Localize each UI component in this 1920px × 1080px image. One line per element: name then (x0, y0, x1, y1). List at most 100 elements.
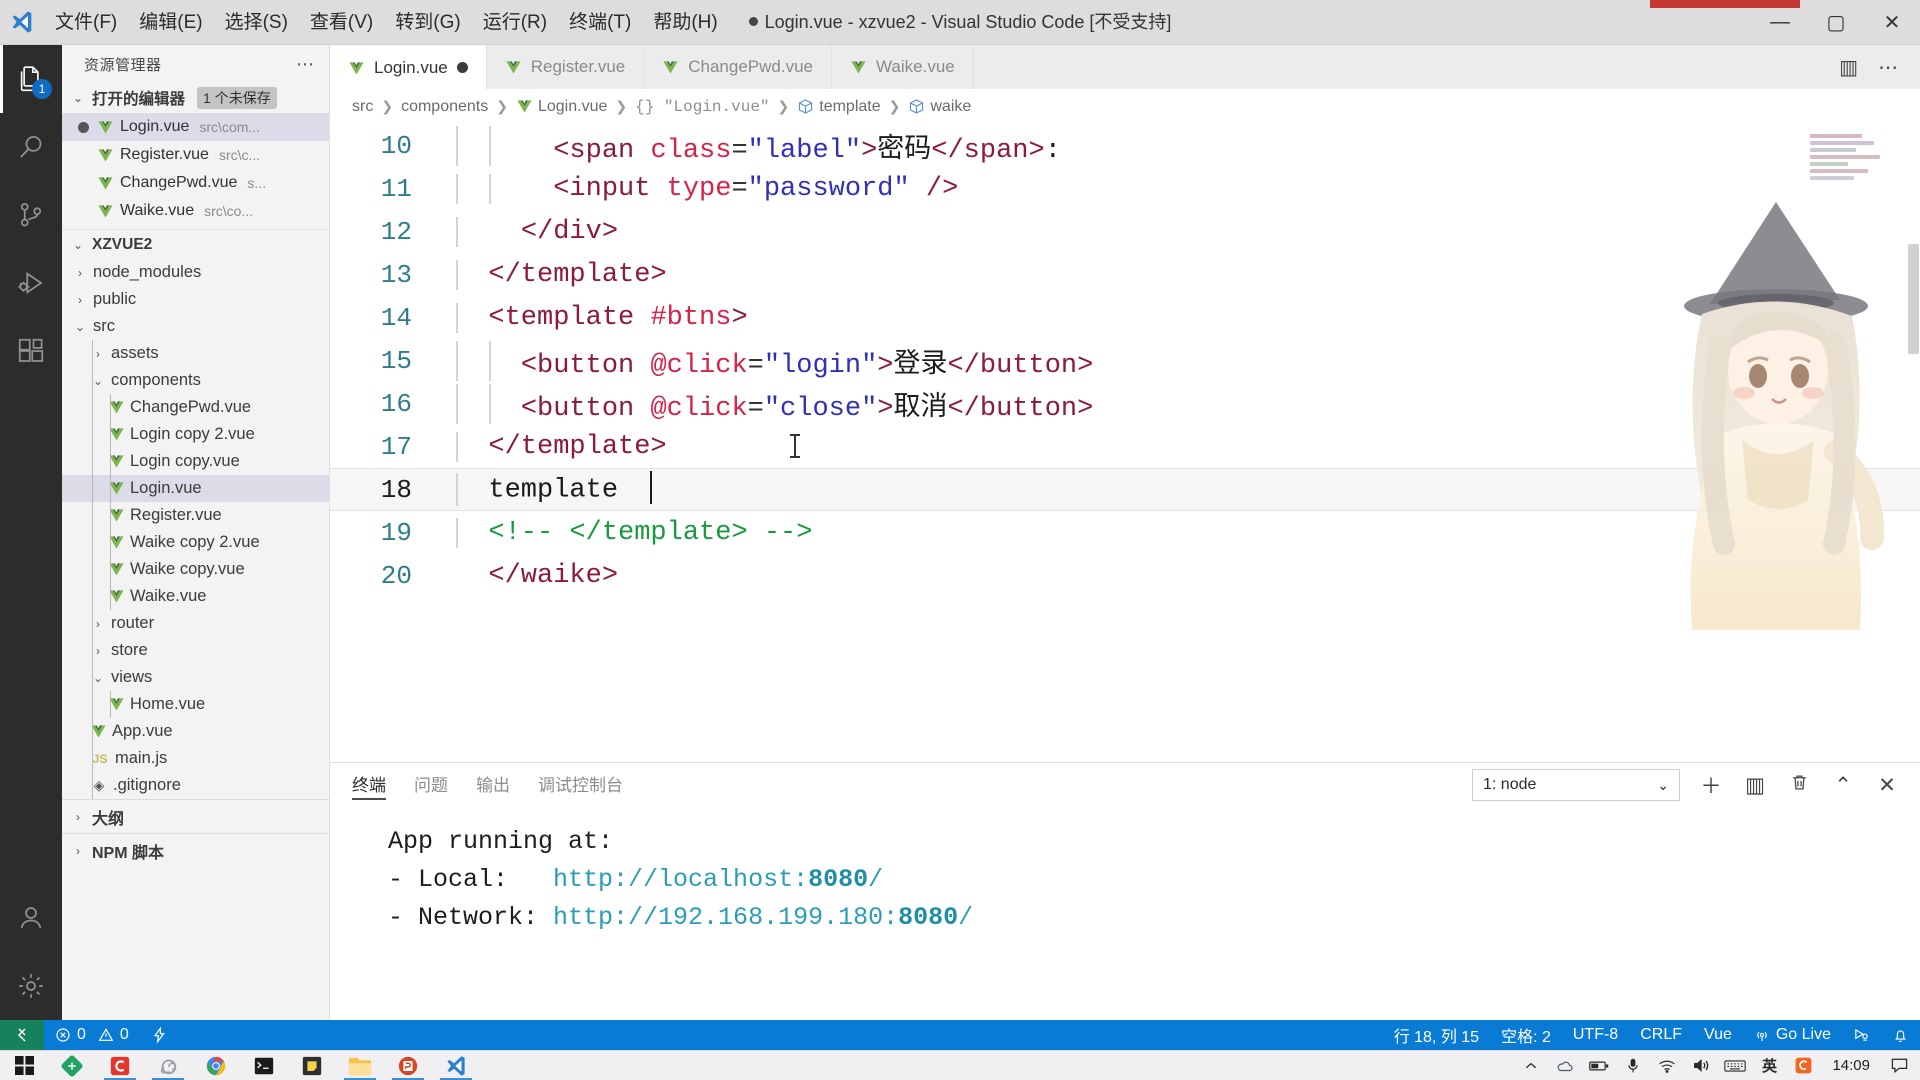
status-notifications[interactable] (1881, 1020, 1920, 1050)
tree-item-login-copy-2-vue[interactable]: Login copy 2.vue (62, 421, 329, 448)
tree-item-node-modules[interactable]: › node_modules (62, 259, 329, 286)
show-hidden-icons[interactable] (1514, 1051, 1548, 1080)
tree-item-waike-copy-vue[interactable]: Waike copy.vue (62, 556, 329, 583)
code-line-text[interactable]: <!-- </template> --> (434, 517, 812, 548)
code-line-text[interactable]: <span class="label">密码</span>: (434, 125, 1061, 166)
code-lines[interactable]: 10 <span class="label">密码</span>: 11 <inp… (330, 124, 1920, 762)
tree-item-waike-vue[interactable]: Waike.vue (62, 583, 329, 610)
status-problems[interactable]: 0 0 (44, 1020, 140, 1050)
close-button[interactable]: ✕ (1864, 0, 1920, 45)
activity-extensions[interactable] (0, 317, 62, 385)
terminal-network-url[interactable]: http://192.168.199.180:8080/ (553, 903, 973, 932)
editor-scrollbar[interactable] (1906, 124, 1920, 762)
tree-item-router[interactable]: › router (62, 610, 329, 637)
activity-source-control[interactable] (0, 181, 62, 249)
code-line[interactable]: 13 </template> (330, 253, 1920, 296)
terminal-local-url[interactable]: http://localhost:8080/ (553, 865, 883, 894)
tree-item-public[interactable]: › public (62, 286, 329, 313)
code-line[interactable]: 12 </div> (330, 210, 1920, 253)
status-ports[interactable] (140, 1020, 178, 1050)
tree-item-views[interactable]: ⌄ views (62, 664, 329, 691)
activity-accounts[interactable] (0, 884, 62, 952)
tab-login-vue[interactable]: Login.vue (330, 45, 487, 89)
panel-tab-terminal[interactable]: 终端 (352, 763, 400, 807)
tree-item-app-vue[interactable]: App.vue (62, 718, 329, 745)
terminal-output[interactable]: App running at: - Local: http://localhos… (330, 807, 1920, 1020)
status-cursor-position[interactable]: 行 18, 列 15 (1383, 1020, 1490, 1050)
tree-item-assets[interactable]: › assets (62, 340, 329, 367)
terminal-select[interactable]: 1: node ⌄ (1472, 769, 1680, 801)
tab-changepwd-vue[interactable]: ChangePwd.vue (644, 45, 832, 89)
breadcrumb-components[interactable]: components (401, 98, 488, 116)
status-eol[interactable]: CRLF (1629, 1020, 1693, 1050)
breadcrumb-symbol-waike[interactable]: waike (908, 98, 971, 116)
maximize-button[interactable]: ▢ (1808, 0, 1864, 45)
tree-item-components[interactable]: ⌄ components (62, 367, 329, 394)
code-line-text[interactable]: <button @click="close">取消</button> (434, 383, 1093, 424)
taskbar-app-snail[interactable] (144, 1051, 192, 1080)
menu-view[interactable]: 查看(V) (299, 0, 384, 45)
panel-tab-debug-console[interactable]: 调试控制台 (524, 763, 637, 807)
taskbar-powerpoint[interactable] (384, 1051, 432, 1080)
tree-item-changepwd-vue[interactable]: ChangePwd.vue (62, 394, 329, 421)
status-feedback[interactable] (1842, 1020, 1881, 1050)
battery-icon[interactable] (1582, 1051, 1616, 1080)
wifi-icon[interactable] (1650, 1051, 1684, 1080)
code-line-text[interactable]: template (434, 471, 653, 506)
code-line-text[interactable]: <button @click="login">登录</button> (434, 340, 1093, 381)
menu-terminal[interactable]: 终端(T) (558, 0, 642, 45)
minimize-button[interactable]: — (1752, 0, 1808, 45)
section-npm-scripts[interactable]: › NPM 脚本 (62, 833, 329, 867)
code-line[interactable]: 15 <button @click="login">登录</button> (330, 339, 1920, 382)
code-line[interactable]: 11 <input type="password" /> (330, 167, 1920, 210)
code-line[interactable]: 20 </waike> (330, 554, 1920, 597)
panel-tab-problems[interactable]: 问题 (400, 763, 462, 807)
kill-terminal-icon[interactable] (1786, 773, 1812, 798)
status-encoding[interactable]: UTF-8 (1562, 1020, 1629, 1050)
tree-item-login-copy-vue[interactable]: Login copy.vue (62, 448, 329, 475)
tree-item-gitignore[interactable]: ◈ .gitignore (62, 772, 329, 799)
taskbar-notepad[interactable] (288, 1051, 336, 1080)
activity-run-and-debug[interactable] (0, 249, 62, 317)
dirty-indicator-icon[interactable] (78, 121, 89, 133)
status-language-mode[interactable]: Vue (1693, 1020, 1743, 1050)
status-go-live[interactable]: Go Live (1743, 1020, 1842, 1050)
ime-english-icon[interactable]: 英 (1752, 1051, 1786, 1080)
more-actions-icon[interactable]: ⋯ (1878, 55, 1898, 80)
tree-item-store[interactable]: › store (62, 637, 329, 664)
close-panel-icon[interactable]: ✕ (1874, 773, 1900, 798)
code-line[interactable]: 10 <span class="label">密码</span>: (330, 124, 1920, 167)
keyboard-icon[interactable] (1718, 1051, 1752, 1080)
volume-icon[interactable] (1684, 1051, 1718, 1080)
sogou-input-icon[interactable] (1786, 1051, 1820, 1080)
section-project-root[interactable]: ⌄ XZVUE2 (62, 229, 329, 259)
taskbar-explorer[interactable] (336, 1051, 384, 1080)
code-line[interactable]: 14 <template #btns> (330, 296, 1920, 339)
code-line[interactable]: 17 </template> (330, 425, 1920, 468)
menu-help[interactable]: 帮助(H) (642, 0, 728, 45)
maximize-panel-icon[interactable]: ⌃ (1830, 773, 1856, 798)
status-indentation[interactable]: 空格: 2 (1490, 1020, 1562, 1050)
tab-waike-vue[interactable]: Waike.vue (832, 45, 974, 89)
taskbar-app-c[interactable] (96, 1051, 144, 1080)
code-line-text[interactable]: </template> (434, 431, 667, 462)
breadcrumb-symbol-root[interactable]: {} "Login.vue" (635, 98, 769, 116)
tree-item-login-vue[interactable]: Login.vue (62, 475, 329, 502)
split-terminal-icon[interactable]: ▥ (1742, 773, 1768, 798)
menu-selection[interactable]: 选择(S) (214, 0, 299, 45)
remote-window-icon[interactable] (0, 1020, 44, 1050)
tree-item-register-vue[interactable]: Register.vue (62, 502, 329, 529)
tree-item-main-js[interactable]: JS main.js (62, 745, 329, 772)
code-line-text[interactable]: <input type="password" /> (434, 173, 958, 204)
code-line-text[interactable]: </template> (434, 259, 667, 290)
taskbar-chrome[interactable] (192, 1051, 240, 1080)
open-editor-item[interactable]: ChangePwd.vue s... (62, 169, 329, 197)
open-editor-item[interactable]: Waike.vue src\co... (62, 197, 329, 225)
window-controls[interactable]: — ▢ ✕ (1752, 0, 1920, 45)
code-line-text[interactable]: </waike> (434, 561, 618, 591)
open-editor-item[interactable]: Login.vue src\com... (62, 113, 329, 141)
breadcrumb-file[interactable]: Login.vue (516, 98, 607, 116)
sidebar-more-icon[interactable]: ⋯ (296, 54, 315, 75)
activity-search[interactable] (0, 113, 62, 181)
section-outline[interactable]: › 大纲 (62, 799, 329, 833)
